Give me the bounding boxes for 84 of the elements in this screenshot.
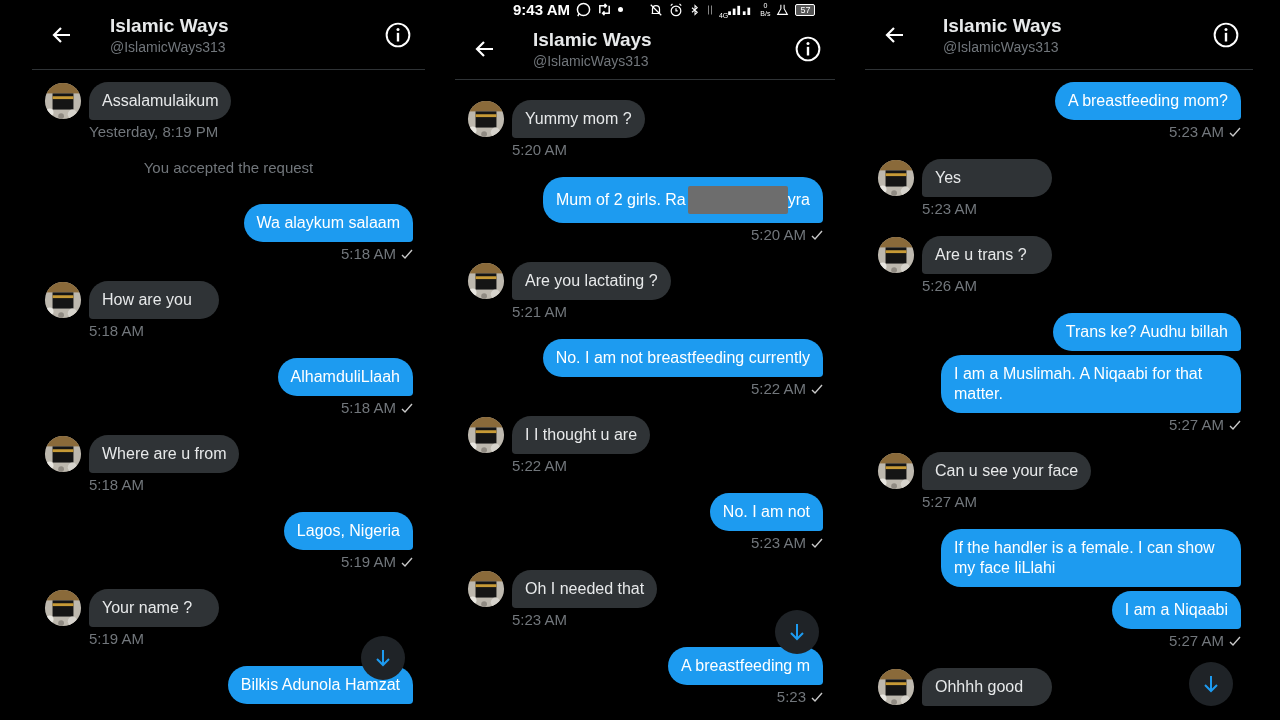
back-arrow-icon[interactable] [52,24,72,45]
sent-message: If the handler is a female. I can show my face liLlahi [941,529,1241,587]
message-time: 5:20 AM [750,226,806,243]
check-icon [811,690,823,703]
scroll-down-button[interactable] [361,636,405,680]
down-arrow-icon [1201,674,1221,694]
down-arrow-icon [787,622,807,642]
battery-indicator: 57 [795,3,816,16]
scroll-down-button[interactable] [1189,662,1233,706]
status-time: 9:43 AM [513,1,570,18]
message-time: 5:26 AM [922,277,979,294]
message-time: 5:27 AM [1168,416,1224,433]
sent-message: I am a Niqaabi [1111,591,1241,629]
sent-message: I am a Muslimah. A Niqaabi for that matter. [941,355,1241,413]
received-message: Can u see your face [922,452,1092,490]
sent-message: No. I am not [709,493,823,531]
check-icon [401,401,413,414]
chat-title: Islamic Ways [943,14,1063,37]
received-message: Yes [922,159,1052,197]
received-message: Are u trans ? [922,236,1052,274]
message-time: 5:19 AM [340,553,396,570]
sent-message: Trans ke? Audhu billah [1052,313,1241,351]
message-time: 5:23 AM [1168,123,1224,140]
check-icon [1229,418,1241,431]
received-message: Where are u from [89,435,240,473]
message-time: 5:22 AM [750,380,806,397]
chat-app-icon [575,2,591,17]
chat-handle: @IslamicWays313 [533,53,650,69]
message-time: 5:23 AM [512,611,569,628]
chat-handle: @IslamicWays313 [943,38,1060,55]
chat-title: Islamic Ways [110,14,230,37]
message-time: 5:22 AM [512,457,569,474]
message-time: 5:18 AM [89,322,146,339]
check-icon [1229,634,1241,647]
flask-icon [776,3,790,16]
check-icon [811,228,823,241]
down-arrow-icon [373,648,393,668]
sent-message: A breastfeeding m [668,647,823,685]
message-time: 5:21 AM [512,303,569,320]
check-icon [401,555,413,568]
message-time: 5:23 AM [750,534,806,551]
back-arrow-icon[interactable] [885,24,905,45]
sent-message: A breastfeeding mom? [1054,82,1241,120]
message-text: yra [787,190,810,210]
bell-off-icon [648,2,663,17]
sent-message: Lagos, Nigeria [283,512,413,550]
repeat-icon [596,2,612,17]
message-time: 5:18 AM [340,399,396,416]
message-time: 5:18 AM [340,245,396,262]
sent-message: AlhamduliLlaah [277,358,413,396]
dot-icon [617,7,623,12]
sent-message: Bilkis Adunola Hamzat [227,666,413,704]
chat-handle: @IslamicWays313 [110,38,227,55]
scroll-down-button[interactable] [775,610,819,654]
check-icon [1229,125,1241,138]
message-time: 5:27 AM [1168,632,1224,649]
message-time: 5:20 AM [512,141,569,158]
received-message: Ohhhh good [922,668,1052,706]
message-time: 5:23 AM [922,200,979,217]
received-message: I I thought u are [512,416,651,454]
alarm-icon [668,2,683,17]
received-message: Assalamulaikum [89,82,232,120]
system-notice: You accepted the request [142,159,315,176]
sent-message: No. I am not breastfeeding currently [542,339,823,377]
sent-message: Wa alaykum salaam [243,204,413,242]
info-icon[interactable] [1213,21,1239,48]
message-time: 5:27 AM [922,493,979,510]
message-text: Mum of 2 girls. Ra [555,190,686,210]
received-message: Oh I needed that [512,570,658,608]
back-arrow-icon[interactable] [475,39,495,59]
received-message: How are you [89,281,219,319]
message-time: 5:18 AM [89,476,146,493]
check-icon [401,247,413,260]
received-message: Your name ? [89,589,219,627]
message-time: 5:23 [776,688,806,705]
received-message: Are you lactating ? [512,262,671,300]
check-icon [811,536,823,549]
message-time: Yesterday, 8:19 PM [89,123,220,140]
info-icon[interactable] [795,36,821,62]
info-icon[interactable] [385,21,411,48]
received-message: Yummy mom ? [512,100,645,138]
chat-title: Islamic Ways [533,29,653,51]
check-icon [811,382,823,395]
message-time: 5:19 AM [89,630,146,647]
